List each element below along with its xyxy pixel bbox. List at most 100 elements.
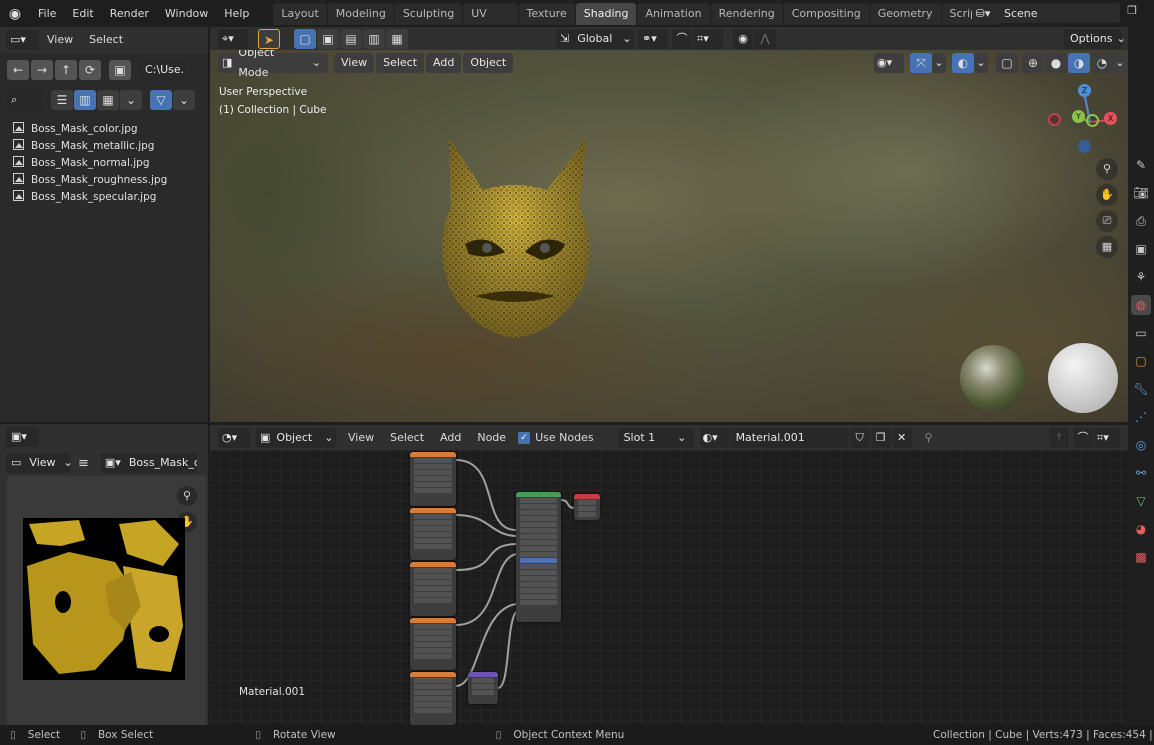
scene-selector[interactable]: ⛁▾ Scene (972, 3, 1120, 23)
select-extend-icon[interactable]: ▣ (317, 29, 339, 49)
gizmo-toggle-icon[interactable]: ⤧ (910, 53, 932, 73)
horizontal-list-icon[interactable]: ▥ (74, 90, 96, 110)
copy-scene-icon[interactable]: ❐ (1124, 4, 1140, 22)
world-tab-icon[interactable]: ◍ (1131, 295, 1151, 315)
wireframe-shading-icon[interactable]: ⊕ (1022, 53, 1044, 73)
back-arrow-icon[interactable]: ← (7, 60, 29, 80)
refresh-icon[interactable]: ⟳ (79, 60, 101, 80)
menu-edit[interactable]: Edit (64, 0, 101, 27)
tab-modeling[interactable]: Modeling (327, 3, 394, 25)
camera-view-icon[interactable]: ⎚ (1096, 210, 1118, 232)
pin-icon[interactable]: ⚲ (920, 431, 938, 444)
xray-toggle-icon[interactable]: ▢ (996, 53, 1018, 73)
hamburger-menu-icon[interactable]: ≡ (78, 456, 89, 471)
menu-add[interactable]: Add (426, 53, 462, 73)
gizmo-y-negative[interactable] (1086, 114, 1099, 127)
list-item[interactable]: Boss_Mask_specular.jpg (0, 189, 208, 206)
list-item[interactable]: Boss_Mask_color.jpg (0, 121, 208, 138)
search-field[interactable]: ⌕ (7, 90, 43, 110)
snap-toggle-icon[interactable]: ⌒ (1073, 427, 1093, 448)
principled-bsdf-node[interactable] (516, 492, 561, 622)
solid-shading-icon[interactable]: ● (1045, 53, 1067, 73)
shader-type-dropdown[interactable]: ▣ Object ⌄ (256, 427, 336, 448)
image-texture-node[interactable] (410, 562, 456, 616)
output-tab-icon[interactable]: ⎙ (1131, 211, 1151, 231)
path-field[interactable]: C:\Use... (139, 60, 185, 80)
tab-sculpting[interactable]: Sculpting (394, 3, 463, 25)
object-tab-icon[interactable]: ▢ (1131, 351, 1151, 371)
tab-geometry-nodes[interactable]: Geometry Nodes (869, 3, 941, 25)
filter-options-icon[interactable]: ⌄ (173, 90, 195, 110)
slot-dropdown[interactable]: Slot 1 ⌄ (617, 427, 694, 448)
material-browse-icon[interactable]: ◐▾ (699, 427, 730, 448)
menu-node[interactable]: Node (469, 425, 514, 450)
options-dropdown[interactable]: Options ⌄ (1064, 29, 1126, 49)
list-item[interactable]: Boss_Mask_roughness.jpg (0, 172, 208, 189)
modifier-tab-icon[interactable]: 🔧︎ (1131, 379, 1151, 399)
select-tool-icon[interactable]: ➤ (258, 29, 280, 49)
tab-shading[interactable]: Shading (575, 3, 637, 25)
gizmo-y-positive[interactable]: Y (1072, 110, 1085, 123)
fake-user-shield-icon[interactable]: ⛉ (849, 427, 870, 448)
pan-hand-icon[interactable]: ✋ (1096, 184, 1118, 206)
select-invert-icon[interactable]: ▥ (363, 29, 385, 49)
material-tab-icon[interactable]: ◕ (1131, 519, 1151, 539)
transform-orientation-dropdown[interactable]: ⇲ Global ⌄ (556, 29, 634, 49)
falloff-dropdown[interactable]: ⋀ (754, 29, 776, 49)
normal-map-node[interactable] (468, 672, 498, 704)
menu-select[interactable]: Select (81, 27, 131, 53)
material-output-node[interactable] (574, 494, 600, 520)
tab-texture-paint[interactable]: Texture Paint (518, 3, 575, 25)
menu-help[interactable]: Help (216, 0, 257, 27)
chevron-down-icon[interactable]: ⌄ (120, 90, 142, 110)
zoom-icon[interactable]: ⚲ (1096, 158, 1118, 180)
new-folder-icon[interactable]: ▣ (109, 60, 131, 80)
scene-tab-icon[interactable]: ⚘ (1131, 267, 1151, 287)
tab-uv-editing[interactable]: UV Editing (463, 3, 518, 25)
view-layer-tab-icon[interactable]: ▣ (1131, 239, 1151, 259)
menu-render[interactable]: Render (102, 0, 157, 27)
image-texture-node[interactable] (410, 618, 456, 670)
gizmo-z-positive[interactable]: Z (1078, 84, 1091, 97)
menu-view[interactable]: View (334, 53, 375, 73)
visibility-dropdown[interactable]: ◉▾ (874, 53, 904, 73)
tab-layout[interactable]: Layout (273, 3, 327, 25)
menu-view[interactable]: View (340, 425, 382, 450)
editor-type-button[interactable]: ◔▾ (218, 427, 250, 448)
texture-tab-icon[interactable]: ▩ (1131, 547, 1151, 567)
forward-arrow-icon[interactable]: → (31, 60, 53, 80)
constraints-tab-icon[interactable]: ⚯ (1131, 463, 1151, 483)
editor-type-button[interactable]: ▭▾ (6, 30, 39, 50)
list-item[interactable]: Boss_Mask_metallic.jpg (0, 138, 208, 155)
parent-tree-icon[interactable]: ⤒ (1049, 427, 1069, 448)
tool-settings-dropdown[interactable]: ⌖▾ (218, 29, 248, 49)
blender-logo-icon[interactable]: ◉ (0, 6, 30, 22)
collection-tab-icon[interactable]: ▭ (1131, 323, 1151, 343)
menu-add[interactable]: Add (432, 425, 469, 450)
gizmo-x-negative[interactable] (1048, 113, 1061, 126)
menu-window[interactable]: Window (157, 0, 216, 27)
tab-rendering[interactable]: Rendering (710, 3, 783, 25)
overlays-dropdown[interactable]: ⌄ (974, 53, 988, 73)
navigation-gizmo[interactable]: X Z Y (1048, 84, 1118, 154)
view-mode-dropdown[interactable]: ▭ View ⌄ (6, 453, 73, 473)
unlink-material-icon[interactable]: ✕ (891, 427, 912, 448)
gizmo-x-positive[interactable]: X (1104, 112, 1117, 125)
filter-icon[interactable]: ▽ (150, 90, 172, 110)
mode-dropdown[interactable]: ◨ Object Mode ⌄ (218, 50, 328, 79)
pivot-point-dropdown[interactable]: ⚭▾ (638, 29, 668, 49)
tab-compositing[interactable]: Compositing (783, 3, 869, 25)
gizmo-z-negative[interactable] (1078, 140, 1091, 153)
overlays-toggle-icon[interactable]: ◐ (952, 53, 974, 73)
use-nodes-toggle[interactable]: ✓ Use Nodes (518, 431, 594, 444)
material-name-field[interactable]: Material.001 (730, 427, 849, 448)
rendered-shading-icon[interactable]: ◔ (1091, 53, 1113, 73)
render-tab-icon[interactable]: 📷︎ (1131, 183, 1151, 203)
parent-dir-icon[interactable]: ↑ (55, 60, 77, 80)
material-shading-icon[interactable]: ◑ (1068, 53, 1090, 73)
select-new-icon[interactable]: ▢ (294, 29, 316, 49)
shading-dropdown[interactable]: ⌄ (1113, 53, 1127, 73)
3d-viewport[interactable]: ◨ Object Mode ⌄ View Select Add Object ◉… (210, 50, 1128, 422)
physics-tab-icon[interactable]: ◎ (1131, 435, 1151, 455)
menu-object[interactable]: Object (463, 53, 514, 73)
